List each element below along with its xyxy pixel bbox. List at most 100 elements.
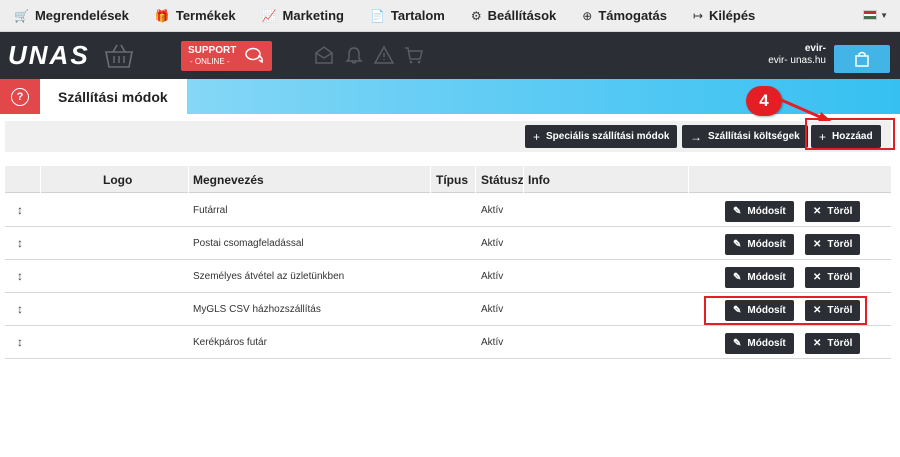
shop-button[interactable] <box>834 45 890 73</box>
edit-label: Módosít <box>747 338 786 349</box>
support-online-button[interactable]: SUPPORT - ONLINE - <box>181 41 272 71</box>
close-icon: ✕ <box>813 338 822 349</box>
special-shipping-label: Speciális szállítási módok <box>546 131 670 142</box>
delete-button[interactable]: ✕ Töröl <box>805 333 861 354</box>
shopping-bag-icon <box>855 51 869 67</box>
shipping-method-status: Aktív <box>481 337 504 348</box>
basket-logo-icon <box>105 44 133 68</box>
menu-content-label: Tartalom <box>390 8 445 23</box>
plus-icon: + <box>533 129 541 144</box>
chat-bubbles-icon <box>245 47 263 64</box>
menu-marketing-label: Marketing <box>282 8 344 23</box>
warning-icon[interactable] <box>374 45 394 65</box>
lifebuoy-icon: ⊕ <box>582 8 593 23</box>
chart-line-icon: 📈 <box>261 8 277 23</box>
support-title: SUPPORT <box>188 45 237 56</box>
shipping-method-name: MyGLS CSV házhozszállítás <box>193 304 321 315</box>
unas-logo[interactable]: UNAS <box>8 40 90 71</box>
delete-label: Töröl <box>827 206 853 217</box>
shipping-method-status: Aktív <box>481 238 504 249</box>
column-name: Megnevezés <box>193 173 264 187</box>
shipping-method-name: Kerékpáros futár <box>193 337 267 348</box>
pencil-icon: ✎ <box>733 239 742 250</box>
gift-icon: 🎁 <box>154 8 170 23</box>
chevron-down-icon: ▼ <box>880 10 888 20</box>
edit-button[interactable]: ✎ Módosít <box>725 267 794 288</box>
menu-logout[interactable]: ↦ Kilépés <box>679 0 767 32</box>
close-icon: ✕ <box>813 272 822 283</box>
support-subtitle: - ONLINE - <box>190 57 230 66</box>
menu-marketing[interactable]: 📈 Marketing <box>248 0 356 32</box>
drag-handle-icon[interactable]: ↕ <box>17 302 23 316</box>
shipping-method-status: Aktív <box>481 304 504 315</box>
menu-settings-label: Beállítások <box>487 8 557 23</box>
top-menu: 🛒 Megrendelések 🎁 Termékek 📈 Marketing 📄… <box>0 0 900 32</box>
hungarian-flag-icon <box>863 10 878 20</box>
pencil-icon: ✎ <box>733 272 742 283</box>
language-selector[interactable]: ▼ <box>863 10 888 20</box>
menu-settings[interactable]: ⚙ Beállítások <box>457 0 568 32</box>
menu-products[interactable]: 🎁 Termékek <box>141 0 248 32</box>
column-type: Típus <box>436 173 468 187</box>
column-status: Státusz <box>481 173 524 187</box>
menu-logout-label: Kilépés <box>709 8 756 23</box>
drag-handle-icon[interactable]: ↕ <box>17 236 23 250</box>
action-toolbar: + Speciális szállítási módok → Szállítás… <box>5 121 891 152</box>
close-icon: ✕ <box>813 239 822 250</box>
delete-button[interactable]: ✕ Töröl <box>805 234 861 255</box>
header-icon-group <box>314 45 424 65</box>
gear-icon: ⚙ <box>470 8 482 23</box>
app-root: 🛒 Megrendelések 🎁 Termékek 📈 Marketing 📄… <box>0 0 900 457</box>
shipping-costs-button[interactable]: → Szállítási költségek <box>682 125 808 148</box>
table-header: Logo Megnevezés Típus Státusz Info <box>5 166 891 193</box>
user-domain: evir- unas.hu <box>768 55 826 66</box>
cart-icon[interactable] <box>404 45 424 65</box>
bell-icon[interactable] <box>344 45 364 65</box>
shipping-method-status: Aktív <box>481 271 504 282</box>
menu-orders[interactable]: 🛒 Megrendelések <box>0 0 141 32</box>
delete-button[interactable]: ✕ Töröl <box>805 267 861 288</box>
edit-label: Módosít <box>747 206 786 217</box>
table-row: ↕ Futárral Aktív ✎ Módosít ✕ Töröl <box>5 194 891 227</box>
shipping-method-name: Személyes átvétel az üzletünkben <box>193 271 345 282</box>
arrow-right-icon: → <box>690 129 702 144</box>
pencil-icon: ✎ <box>733 206 742 217</box>
edit-button[interactable]: ✎ Módosít <box>725 333 794 354</box>
shipping-costs-label: Szállítási költségek <box>708 131 800 142</box>
table-row: ↕ Személyes átvétel az üzletünkben Aktív… <box>5 260 891 293</box>
header-bar: UNAS SUPPORT - ONLINE - evir- evir- unas… <box>0 32 900 79</box>
edit-button[interactable]: ✎ Módosít <box>725 234 794 255</box>
menu-products-label: Termékek <box>175 8 236 23</box>
column-info: Info <box>528 173 550 187</box>
close-icon: ✕ <box>813 206 822 217</box>
drag-handle-icon[interactable]: ↕ <box>17 269 23 283</box>
help-button[interactable]: ? <box>0 79 40 114</box>
menu-orders-label: Megrendelések <box>34 8 129 23</box>
shopping-cart-icon: 🛒 <box>14 8 29 23</box>
special-shipping-button[interactable]: + Speciális szállítási módok <box>525 125 678 148</box>
delete-button[interactable]: ✕ Töröl <box>805 201 861 222</box>
edit-button[interactable]: ✎ Módosít <box>725 201 794 222</box>
highlight-add-button <box>805 118 895 150</box>
menu-content[interactable]: 📄 Tartalom <box>356 0 457 32</box>
shipping-method-status: Aktív <box>481 205 504 216</box>
menu-support[interactable]: ⊕ Támogatás <box>568 0 679 32</box>
table-row: ↕ Postai csomagfeladással Aktív ✎ Módosí… <box>5 227 891 260</box>
user-name: evir- <box>804 43 826 54</box>
column-logo: Logo <box>103 173 133 187</box>
delete-label: Töröl <box>827 338 853 349</box>
logout-icon: ↦ <box>692 8 704 23</box>
highlight-row-actions <box>704 296 867 325</box>
drag-handle-icon[interactable]: ↕ <box>17 203 23 217</box>
pencil-icon: ✎ <box>733 338 742 349</box>
edit-label: Módosít <box>747 239 786 250</box>
envelope-icon[interactable] <box>314 45 334 65</box>
shipping-method-name: Postai csomagfeladással <box>193 238 304 249</box>
question-mark-icon: ? <box>11 87 29 106</box>
drag-handle-icon[interactable]: ↕ <box>17 335 23 349</box>
page-title: Szállítási módok <box>40 79 187 114</box>
table-row: ↕ Kerékpáros futár Aktív ✎ Módosít ✕ Tör… <box>5 326 891 359</box>
delete-label: Töröl <box>827 239 853 250</box>
edit-label: Módosít <box>747 272 786 283</box>
user-info[interactable]: evir- evir- unas.hu <box>768 43 826 67</box>
